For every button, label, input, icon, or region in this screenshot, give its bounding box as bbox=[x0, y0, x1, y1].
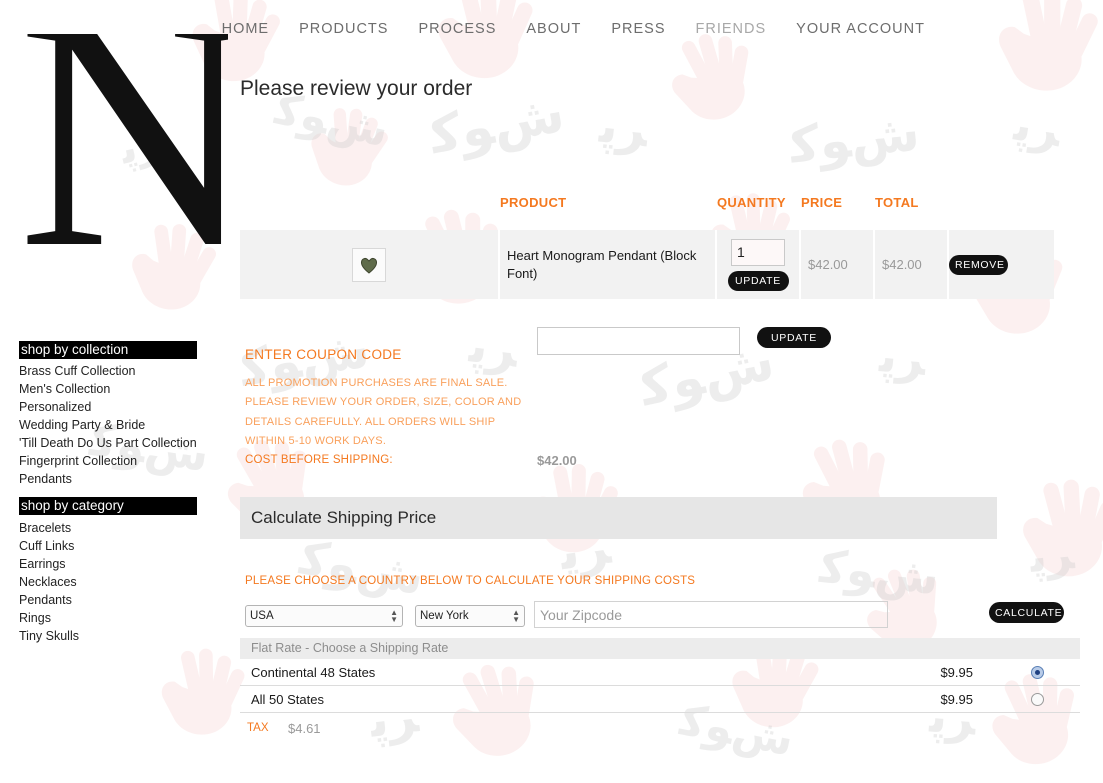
nav-item-products[interactable]: PRODUCTS bbox=[284, 21, 403, 37]
quantity-input[interactable] bbox=[731, 239, 785, 266]
nav-item-process[interactable]: PROCESS bbox=[403, 21, 511, 37]
sidebar-item-brass-cuff-collection[interactable]: Brass Cuff Collection bbox=[19, 362, 219, 380]
rate-price: $9.95 bbox=[840, 686, 995, 713]
sidebar-item-personalized[interactable]: Personalized bbox=[19, 398, 219, 416]
list-item[interactable]: All 50 States $9.95 bbox=[240, 686, 1080, 713]
coupon-label: ENTER COUPON CODE bbox=[245, 347, 402, 362]
rate-radio-selected[interactable] bbox=[1031, 666, 1044, 679]
country-select-value: USA bbox=[250, 610, 390, 622]
sidebar-item-men-s-collection[interactable]: Men's Collection bbox=[19, 380, 219, 398]
state-select-value: New York bbox=[420, 610, 512, 622]
sidebar-item-pendants[interactable]: Pendants bbox=[19, 591, 219, 609]
price-cell: $42.00 bbox=[801, 230, 875, 299]
sidebar-item-bracelets[interactable]: Bracelets bbox=[19, 519, 219, 537]
shipping-section-title: Calculate Shipping Price bbox=[251, 508, 436, 528]
product-name: Heart Monogram Pendant (Block Font) bbox=[500, 247, 715, 283]
cart-header-price: PRICE bbox=[801, 195, 875, 210]
cost-before-shipping-label: COST BEFORE SHIPPING: bbox=[245, 454, 393, 466]
promotion-note: ALL PROMOTION PURCHASES ARE FINAL SALE. … bbox=[245, 374, 535, 451]
tax-value: $4.61 bbox=[288, 721, 321, 736]
sidebar-list-collection: Brass Cuff CollectionMen's CollectionPer… bbox=[19, 362, 219, 488]
sidebar-item-pendants[interactable]: Pendants bbox=[19, 470, 219, 488]
state-select[interactable]: New York ▲▼ bbox=[415, 605, 525, 627]
heart-pendant-thumbnail-icon bbox=[352, 248, 386, 282]
sidebar-list-category: BraceletsCuff LinksEarringsNecklacesPend… bbox=[19, 519, 219, 645]
quantity-cell: UPDATE bbox=[717, 230, 801, 299]
cart-header-product: PRODUCT bbox=[500, 195, 717, 210]
logo-letter: N bbox=[18, 34, 228, 261]
sidebar-heading-category: shop by category bbox=[19, 497, 197, 515]
page-title: Please review your order bbox=[240, 77, 472, 101]
shipping-rate-header: Flat Rate - Choose a Shipping Rate bbox=[240, 638, 1080, 659]
nav-item-about[interactable]: ABOUT bbox=[511, 21, 596, 37]
sidebar-item-tiny-skulls[interactable]: Tiny Skulls bbox=[19, 627, 219, 645]
update-quantity-button[interactable]: UPDATE bbox=[728, 271, 789, 291]
product-name-cell: Heart Monogram Pendant (Block Font) bbox=[500, 230, 717, 299]
calculate-button[interactable]: CALCULATE bbox=[989, 602, 1064, 623]
zipcode-input[interactable] bbox=[534, 601, 888, 628]
rate-radio-cell[interactable] bbox=[995, 659, 1080, 686]
cart-table: PRODUCT QUANTITY PRICE TOTAL Heart Monog… bbox=[240, 195, 1054, 299]
cart-header-total: TOTAL bbox=[875, 195, 949, 210]
product-total: $42.00 bbox=[875, 257, 922, 272]
rate-radio-cell[interactable] bbox=[995, 686, 1080, 713]
remove-cell: REMOVE bbox=[949, 230, 1054, 299]
coupon-code-input[interactable] bbox=[537, 327, 740, 355]
chevron-updown-icon: ▲▼ bbox=[390, 609, 398, 623]
sidebar-heading-collection: shop by collection bbox=[19, 341, 197, 359]
cost-before-shipping-value: $42.00 bbox=[537, 453, 577, 468]
nav-item-your-account[interactable]: YOUR ACCOUNT bbox=[781, 21, 940, 37]
sidebar-item-fingerprint-collection[interactable]: Fingerprint Collection bbox=[19, 452, 219, 470]
sidebar-item-necklaces[interactable]: Necklaces bbox=[19, 573, 219, 591]
product-thumbnail-cell[interactable] bbox=[240, 230, 500, 299]
cart-header-row: PRODUCT QUANTITY PRICE TOTAL bbox=[240, 195, 1054, 223]
cart-header-quantity: QUANTITY bbox=[717, 195, 801, 210]
sidebar-item-earrings[interactable]: Earrings bbox=[19, 555, 219, 573]
shipping-section-header: Calculate Shipping Price bbox=[240, 497, 997, 539]
site-logo[interactable]: N bbox=[18, 34, 228, 289]
tax-label: TAX bbox=[247, 722, 269, 734]
rate-name: All 50 States bbox=[240, 686, 840, 713]
product-price: $42.00 bbox=[801, 257, 848, 272]
total-cell: $42.00 bbox=[875, 230, 949, 299]
table-row: Heart Monogram Pendant (Block Font) UPDA… bbox=[240, 230, 1054, 299]
sidebar-item-rings[interactable]: Rings bbox=[19, 609, 219, 627]
nav-item-press[interactable]: PRESS bbox=[596, 21, 680, 37]
coupon-update-button[interactable]: UPDATE bbox=[757, 327, 831, 348]
shipping-note: PLEASE CHOOSE A COUNTRY BELOW TO CALCULA… bbox=[245, 575, 695, 587]
sidebar-item-till-death-do-us-part-collection[interactable]: 'Till Death Do Us Part Collection bbox=[19, 434, 219, 452]
sidebar-item-cuff-links[interactable]: Cuff Links bbox=[19, 537, 219, 555]
rate-price: $9.95 bbox=[840, 659, 995, 686]
rate-radio-unselected[interactable] bbox=[1031, 693, 1044, 706]
sidebar-item-wedding-party-bride[interactable]: Wedding Party & Bride bbox=[19, 416, 219, 434]
chevron-updown-icon: ▲▼ bbox=[512, 609, 520, 623]
rate-name: Continental 48 States bbox=[240, 659, 840, 686]
nav-item-friends[interactable]: FRIENDS bbox=[681, 21, 782, 37]
country-select[interactable]: USA ▲▼ bbox=[245, 605, 403, 627]
remove-button[interactable]: REMOVE bbox=[949, 255, 1008, 275]
list-item[interactable]: Continental 48 States $9.95 bbox=[240, 659, 1080, 686]
